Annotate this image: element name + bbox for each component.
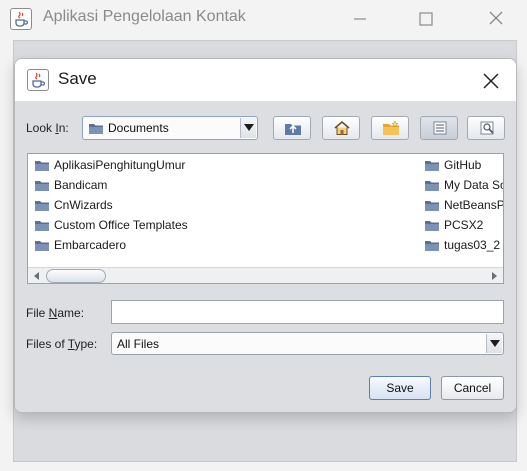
folder-icon	[35, 181, 49, 191]
parent-titlebar: Aplikasi Pengelolaan Kontak	[0, 0, 527, 38]
java-cup-icon	[27, 69, 49, 91]
files-of-type-label-prefix: Files of	[26, 337, 68, 351]
scroll-right-icon[interactable]	[487, 269, 501, 283]
list-view-icon	[433, 121, 447, 135]
dialog-title: Save	[58, 69, 97, 88]
details-view-button[interactable]	[467, 116, 505, 140]
details-view-icon	[480, 121, 494, 135]
folder-icon	[89, 124, 103, 134]
look-in-label-suffix: n:	[58, 121, 69, 135]
look-in-dropdown[interactable]: Documents	[82, 116, 258, 140]
home-icon	[334, 120, 350, 135]
files-of-type-value: All Files	[117, 337, 160, 351]
chevron-down-icon[interactable]	[240, 118, 256, 138]
dialog-titlebar: Save	[15, 59, 516, 101]
up-folder-icon	[285, 124, 301, 135]
look-in-label-prefix: Look	[26, 121, 56, 135]
folder-icon	[425, 161, 439, 171]
save-dialog: Save Look In: Documents AplikasiPenghitu…	[14, 58, 517, 413]
file-name-label: File Name:	[26, 306, 84, 320]
new-folder-icon	[383, 120, 399, 135]
folder-icon	[425, 221, 439, 231]
look-in-value: Documents	[108, 121, 169, 135]
file-name-label: Custom Office Templates	[54, 218, 188, 232]
close-icon[interactable]	[482, 6, 510, 32]
folder-icon	[35, 201, 49, 211]
folder-icon	[35, 161, 49, 171]
file-list[interactable]: AplikasiPenghitungUmur Bandicam CnWizard…	[27, 153, 504, 284]
folder-icon	[425, 181, 439, 191]
java-cup-icon	[10, 8, 32, 30]
folder-icon	[35, 221, 49, 231]
minimize-icon[interactable]	[346, 6, 374, 32]
chevron-down-icon[interactable]	[486, 334, 502, 353]
file-name-label: GitHub	[444, 158, 482, 172]
folder-icon	[425, 201, 439, 211]
files-of-type-label: Files of Type:	[26, 337, 97, 351]
parent-window-title: Aplikasi Pengelolaan Kontak	[43, 8, 246, 25]
file-name-field[interactable]	[111, 300, 504, 324]
maximize-icon[interactable]	[412, 6, 440, 32]
cancel-button[interactable]: Cancel	[441, 376, 504, 400]
file-name-label: AplikasiPenghitungUmur	[54, 158, 186, 172]
folder-icon	[425, 241, 439, 251]
save-button[interactable]: Save	[369, 376, 431, 400]
up-one-level-button[interactable]	[273, 116, 311, 140]
file-name-label: PCSX2	[444, 218, 484, 232]
create-new-folder-button[interactable]	[371, 116, 409, 140]
file-name-label: CnWizards	[54, 198, 113, 212]
file-name-label-prefix: File	[26, 306, 49, 320]
file-name-label: Embarcadero	[54, 238, 127, 252]
files-of-type-label-suffix: ype:	[74, 337, 98, 351]
file-name-label-suffix: ame:	[57, 306, 85, 320]
list-view-button[interactable]	[420, 116, 458, 140]
folder-icon	[35, 241, 49, 251]
file-name-label: NetBeansP	[444, 198, 504, 212]
look-in-label: Look In:	[26, 121, 69, 135]
dialog-close-icon[interactable]	[478, 68, 504, 94]
file-name-label: tugas03_2	[444, 238, 501, 252]
file-name-label: My Data So	[444, 178, 504, 192]
file-name-label: Bandicam	[54, 178, 108, 192]
dialog-body: Look In: Documents AplikasiPenghitungUmu…	[15, 101, 516, 412]
scrollbar-thumb[interactable]	[46, 269, 106, 283]
files-of-type-dropdown[interactable]: All Files	[111, 332, 504, 355]
home-button[interactable]	[322, 116, 360, 140]
horizontal-scrollbar[interactable]	[28, 267, 503, 283]
scroll-left-icon[interactable]	[30, 269, 44, 283]
